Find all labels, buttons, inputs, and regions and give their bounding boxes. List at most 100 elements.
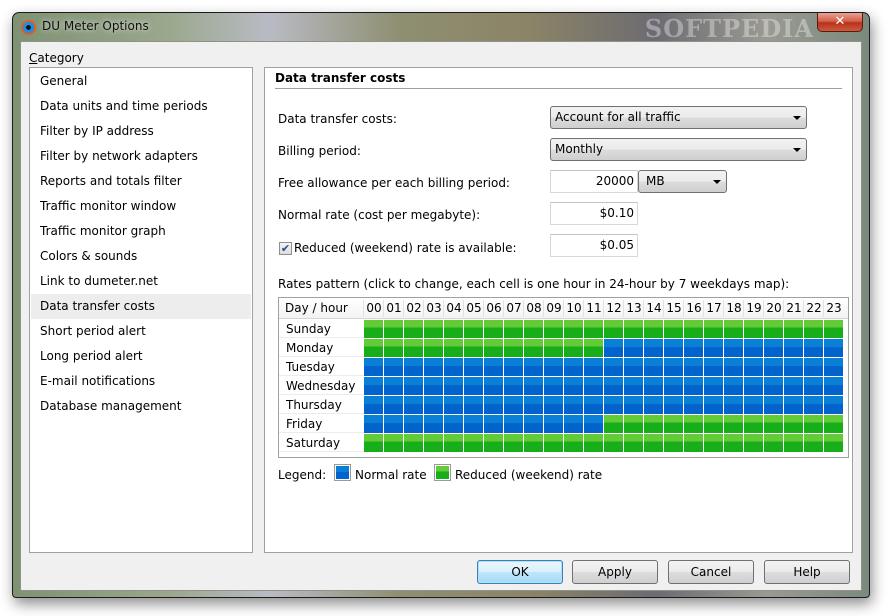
rate-cell-normal[interactable] (464, 377, 483, 395)
rate-cell-reduced[interactable] (504, 434, 523, 452)
rate-cell-normal[interactable] (364, 415, 383, 433)
rate-cell-reduced[interactable] (384, 434, 403, 452)
rate-cell-normal[interactable] (524, 415, 543, 433)
cancel-button[interactable]: Cancel (668, 560, 754, 584)
rate-cell-reduced[interactable] (564, 320, 583, 338)
rate-cell-normal[interactable] (784, 396, 803, 414)
sidebar-item[interactable]: Long period alert (31, 344, 251, 369)
rate-cell-normal[interactable] (824, 377, 843, 395)
rate-cell-normal[interactable] (624, 339, 643, 357)
rate-cell-normal[interactable] (424, 358, 443, 376)
data-transfer-costs-dropdown[interactable]: Account for all traffic (550, 106, 807, 129)
rate-cell-reduced[interactable] (804, 434, 823, 452)
rate-cell-reduced[interactable] (744, 320, 763, 338)
rate-cell-normal[interactable] (584, 415, 603, 433)
rate-cell-reduced[interactable] (684, 415, 703, 433)
rate-cell-normal[interactable] (724, 377, 743, 395)
rate-cell-reduced[interactable] (764, 434, 783, 452)
help-button[interactable]: Help (764, 560, 850, 584)
rate-cell-normal[interactable] (384, 377, 403, 395)
rate-cell-normal[interactable] (724, 339, 743, 357)
rate-cell-reduced[interactable] (724, 320, 743, 338)
rate-cell-normal[interactable] (404, 358, 423, 376)
rate-cell-normal[interactable] (384, 396, 403, 414)
rate-cell-reduced[interactable] (444, 434, 463, 452)
rate-cell-reduced[interactable] (544, 339, 563, 357)
rate-cell-normal[interactable] (564, 377, 583, 395)
rate-cell-reduced[interactable] (644, 434, 663, 452)
rate-cell-normal[interactable] (824, 396, 843, 414)
rate-cell-normal[interactable] (684, 396, 703, 414)
normal-rate-input[interactable]: $0.10 (550, 202, 638, 225)
sidebar-item[interactable]: Traffic monitor graph (31, 219, 251, 244)
rate-cell-normal[interactable] (664, 377, 683, 395)
rate-cell-normal[interactable] (544, 358, 563, 376)
rate-cell-reduced[interactable] (704, 415, 723, 433)
rate-cell-normal[interactable] (704, 358, 723, 376)
rate-cell-reduced[interactable] (544, 434, 563, 452)
rate-cell-reduced[interactable] (404, 320, 423, 338)
rate-cell-reduced[interactable] (584, 339, 603, 357)
apply-button[interactable]: Apply (572, 560, 658, 584)
rate-cell-reduced[interactable] (784, 320, 803, 338)
rate-cell-reduced[interactable] (824, 434, 843, 452)
free-allowance-unit-dropdown[interactable]: MB (638, 170, 727, 193)
rate-cell-reduced[interactable] (484, 320, 503, 338)
rate-cell-normal[interactable] (584, 358, 603, 376)
rate-cell-normal[interactable] (504, 377, 523, 395)
rate-cell-reduced[interactable] (824, 320, 843, 338)
rate-cell-reduced[interactable] (424, 320, 443, 338)
rate-cell-reduced[interactable] (824, 415, 843, 433)
reduced-rate-checkbox[interactable]: ✔ (279, 242, 292, 255)
rate-cell-normal[interactable] (804, 339, 823, 357)
rate-cell-reduced[interactable] (704, 434, 723, 452)
rate-cell-reduced[interactable] (624, 434, 643, 452)
rate-cell-normal[interactable] (424, 396, 443, 414)
rate-cell-reduced[interactable] (644, 320, 663, 338)
rate-cell-normal[interactable] (404, 415, 423, 433)
rate-cell-normal[interactable] (644, 358, 663, 376)
rate-cell-normal[interactable] (404, 396, 423, 414)
rate-cell-normal[interactable] (544, 396, 563, 414)
rate-cell-reduced[interactable] (664, 415, 683, 433)
rate-cell-normal[interactable] (744, 377, 763, 395)
sidebar-item[interactable]: Data units and time periods (31, 94, 251, 119)
rate-cell-reduced[interactable] (524, 339, 543, 357)
rate-cell-normal[interactable] (424, 377, 443, 395)
rate-cell-reduced[interactable] (764, 320, 783, 338)
sidebar-item[interactable]: Filter by IP address (31, 119, 251, 144)
rate-cell-normal[interactable] (664, 396, 683, 414)
rate-cell-normal[interactable] (624, 358, 643, 376)
rate-cell-normal[interactable] (804, 377, 823, 395)
sidebar-item[interactable]: Data transfer costs (31, 294, 251, 319)
rate-cell-normal[interactable] (764, 377, 783, 395)
rate-cell-reduced[interactable] (524, 320, 543, 338)
rate-cell-normal[interactable] (764, 396, 783, 414)
rate-cell-reduced[interactable] (584, 434, 603, 452)
rate-cell-reduced[interactable] (704, 320, 723, 338)
rate-cell-normal[interactable] (524, 377, 543, 395)
rate-cell-normal[interactable] (744, 339, 763, 357)
rate-cell-normal[interactable] (364, 358, 383, 376)
rate-cell-normal[interactable] (504, 396, 523, 414)
rate-cell-reduced[interactable] (524, 434, 543, 452)
rate-cell-normal[interactable] (384, 358, 403, 376)
rate-cell-normal[interactable] (804, 358, 823, 376)
rate-cell-normal[interactable] (504, 358, 523, 376)
rate-cell-normal[interactable] (464, 415, 483, 433)
rate-cell-normal[interactable] (604, 396, 623, 414)
rate-cell-normal[interactable] (584, 377, 603, 395)
rate-cell-normal[interactable] (364, 377, 383, 395)
rate-cell-normal[interactable] (544, 415, 563, 433)
rate-cell-normal[interactable] (684, 358, 703, 376)
rate-cell-normal[interactable] (704, 339, 723, 357)
sidebar-item[interactable]: Traffic monitor window (31, 194, 251, 219)
rate-cell-normal[interactable] (484, 415, 503, 433)
rate-cell-reduced[interactable] (624, 320, 643, 338)
category-list[interactable]: General Data units and time periods Filter… (29, 67, 253, 553)
rate-cell-normal[interactable] (444, 377, 463, 395)
rate-cell-reduced[interactable] (464, 339, 483, 357)
rate-cell-reduced[interactable] (504, 339, 523, 357)
rate-cell-reduced[interactable] (744, 415, 763, 433)
rate-cell-normal[interactable] (564, 415, 583, 433)
